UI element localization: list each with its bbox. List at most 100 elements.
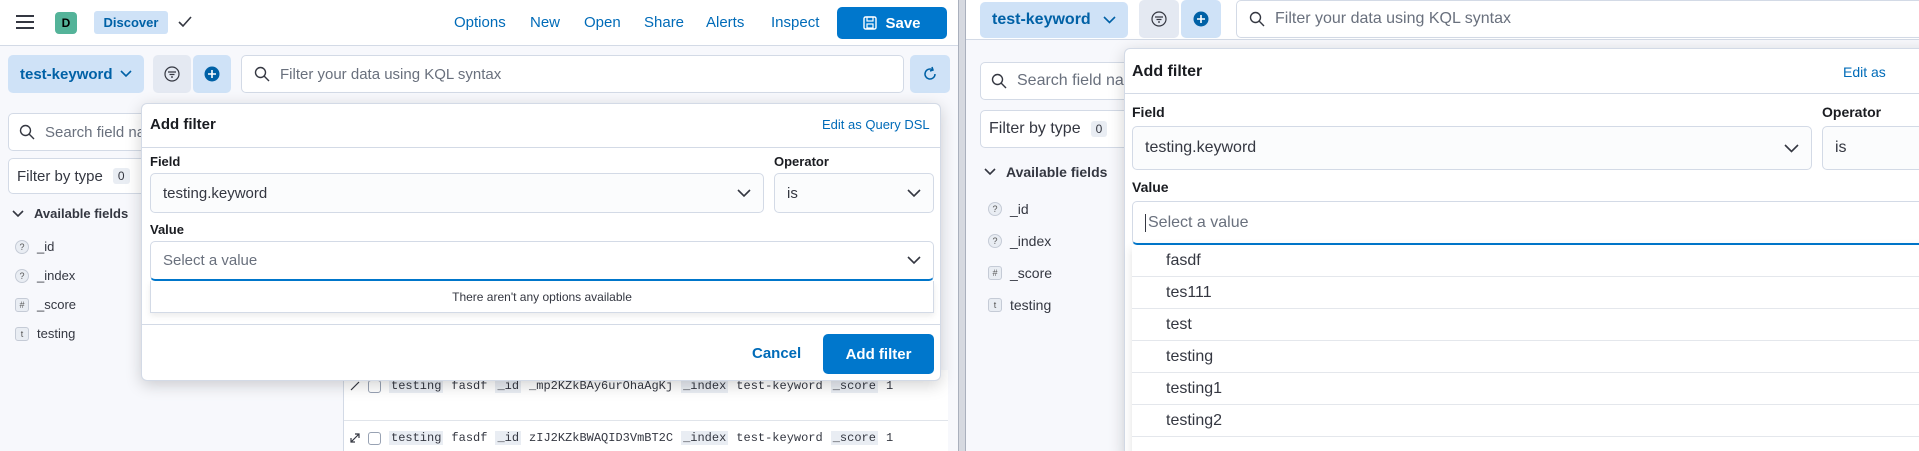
field-item-id[interactable]: ? _id	[988, 201, 1029, 217]
string-type-icon: t	[15, 326, 29, 341]
table-row[interactable]: testing fasdf _id zIJ2KZkBWAQID3VmBT2C _…	[344, 425, 948, 451]
field-name: _index	[1010, 233, 1052, 249]
chevron-down-icon	[907, 188, 921, 198]
unknown-type-icon: ?	[988, 202, 1002, 216]
popover-title: Add filter	[1132, 63, 1203, 80]
field-name: _index	[37, 268, 76, 283]
field-value: testing.keyword	[1145, 139, 1257, 156]
menu-open[interactable]: Open	[584, 14, 621, 31]
window-divider	[958, 0, 966, 451]
field-label: Field	[150, 154, 181, 169]
doc-value: fasdf	[451, 379, 488, 393]
field-item-score[interactable]: # _score	[988, 265, 1052, 281]
option-testing[interactable]: testing	[1132, 341, 1919, 373]
add-filter-popover: Add filter Edit as Query DSL Field testi…	[141, 103, 941, 381]
field-label: Field	[1132, 104, 1165, 120]
data-view-picker[interactable]: test-keyword	[8, 55, 144, 93]
cancel-button[interactable]: Cancel	[752, 345, 801, 362]
field-combobox[interactable]: testing.keyword	[150, 173, 764, 213]
operator-combobox[interactable]: is	[774, 173, 934, 213]
doc-value: test-keyword	[736, 379, 823, 393]
doc-key: testing	[389, 431, 444, 445]
chevron-down-icon	[984, 168, 996, 176]
field-item-score[interactable]: # _score	[15, 297, 76, 312]
add-filter-submit-button[interactable]: Add filter	[823, 334, 934, 374]
row-checkbox[interactable]	[368, 379, 381, 393]
space-avatar[interactable]: D	[55, 12, 77, 34]
available-fields-label: Available fields	[34, 206, 129, 221]
chevron-down-icon	[1784, 143, 1799, 153]
available-fields-toggle[interactable]: Available fields	[984, 164, 1107, 180]
doc-value: test-keyword	[736, 431, 823, 445]
option-testing1[interactable]: testing1	[1132, 373, 1919, 405]
option-tes111[interactable]: tes111	[1132, 277, 1919, 309]
kql-input[interactable]	[280, 65, 903, 83]
doc-value: 1	[885, 379, 894, 393]
documents-table: testing fasdf _id _mp2KZkBAy6urOhaAgKj _…	[343, 370, 948, 451]
option-testing2[interactable]: testing2	[1132, 405, 1919, 437]
menu-options[interactable]: Options	[454, 14, 506, 31]
refresh-button[interactable]	[910, 55, 950, 93]
field-item-index[interactable]: ? _index	[15, 268, 75, 283]
app-breadcrumb-discover[interactable]: Discover	[94, 11, 168, 34]
field-item-index[interactable]: ? _index	[988, 233, 1051, 249]
expand-icon[interactable]	[350, 433, 360, 443]
doc-value: _mp2KZkBAy6urOhaAgKj	[529, 379, 674, 393]
doc-key: _index	[681, 431, 729, 445]
field-name: _score	[1010, 265, 1053, 281]
saved-queries-button[interactable]	[1139, 0, 1179, 38]
kql-query-bar[interactable]	[1236, 0, 1919, 38]
add-filter-button[interactable]	[1181, 0, 1221, 38]
doc-key: testing	[389, 379, 444, 393]
available-fields-toggle[interactable]: Available fields	[12, 206, 128, 221]
edit-as-query-dsl-link[interactable]: Edit as Query DSL	[822, 117, 930, 132]
filter-by-type-label: Filter by type	[17, 167, 103, 185]
doc-value: zIJ2KZkBWAQID3VmBT2C	[529, 431, 674, 445]
value-combobox[interactable]: Select a value	[150, 241, 934, 281]
field-search-input[interactable]: Search field names	[980, 62, 1130, 100]
field-combobox[interactable]: testing.keyword	[1132, 126, 1812, 170]
expand-icon[interactable]	[350, 381, 360, 391]
kql-input[interactable]	[1275, 10, 1919, 28]
data-view-picker[interactable]: test-keyword	[980, 2, 1128, 38]
number-type-icon: #	[15, 297, 29, 312]
unknown-type-icon: ?	[15, 268, 29, 283]
chevron-down-icon	[1103, 16, 1116, 24]
filter-by-type-button[interactable]: Filter by type 0	[980, 110, 1130, 148]
saved-queries-button[interactable]	[153, 55, 191, 93]
filter-by-type-button[interactable]: Filter by type 0	[8, 158, 142, 194]
doc-key: _id	[495, 431, 522, 445]
menu-icon[interactable]	[16, 13, 36, 31]
operator-label: Operator	[1822, 104, 1882, 120]
edit-as-query-dsl-link[interactable]: Edit as	[1843, 64, 1886, 80]
value-dropdown: There aren't any options available	[150, 281, 934, 313]
option-fasdf[interactable]: fasdf	[1132, 245, 1919, 277]
field-item-id[interactable]: ? _id	[15, 239, 54, 254]
menu-new[interactable]: New	[530, 14, 560, 31]
row-checkbox[interactable]	[368, 431, 381, 445]
field-search-input[interactable]: Search field names	[8, 113, 142, 151]
option-test[interactable]: test	[1132, 309, 1919, 341]
value-label: Value	[1132, 179, 1169, 195]
kql-query-bar[interactable]	[241, 55, 904, 93]
right-discover-window: test-keyword Search field names Filter b…	[966, 0, 1919, 451]
doc-key: _index	[681, 379, 729, 393]
field-item-testing[interactable]: t testing	[15, 326, 75, 341]
field-item-testing[interactable]: t testing	[988, 297, 1051, 313]
field-name: testing	[1010, 297, 1052, 313]
menu-alerts[interactable]: Alerts	[706, 14, 744, 31]
number-type-icon: #	[988, 266, 1002, 280]
field-name: _id	[37, 239, 55, 254]
plus-circle-icon	[204, 66, 220, 82]
operator-combobox[interactable]: is	[1822, 126, 1919, 170]
add-filter-button[interactable]	[193, 55, 231, 93]
field-search-placeholder: Search field names	[1017, 72, 1129, 89]
value-combobox[interactable]: Select a value	[1132, 201, 1919, 245]
save-button[interactable]: Save	[837, 7, 947, 39]
menu-inspect[interactable]: Inspect	[771, 14, 819, 31]
chevron-down-icon	[737, 188, 751, 198]
field-name: testing	[37, 326, 76, 341]
operator-label: Operator	[774, 154, 829, 169]
menu-share[interactable]: Share	[644, 14, 684, 31]
value-options-list: fasdf tes111 test testing testing1 testi…	[1132, 245, 1919, 451]
